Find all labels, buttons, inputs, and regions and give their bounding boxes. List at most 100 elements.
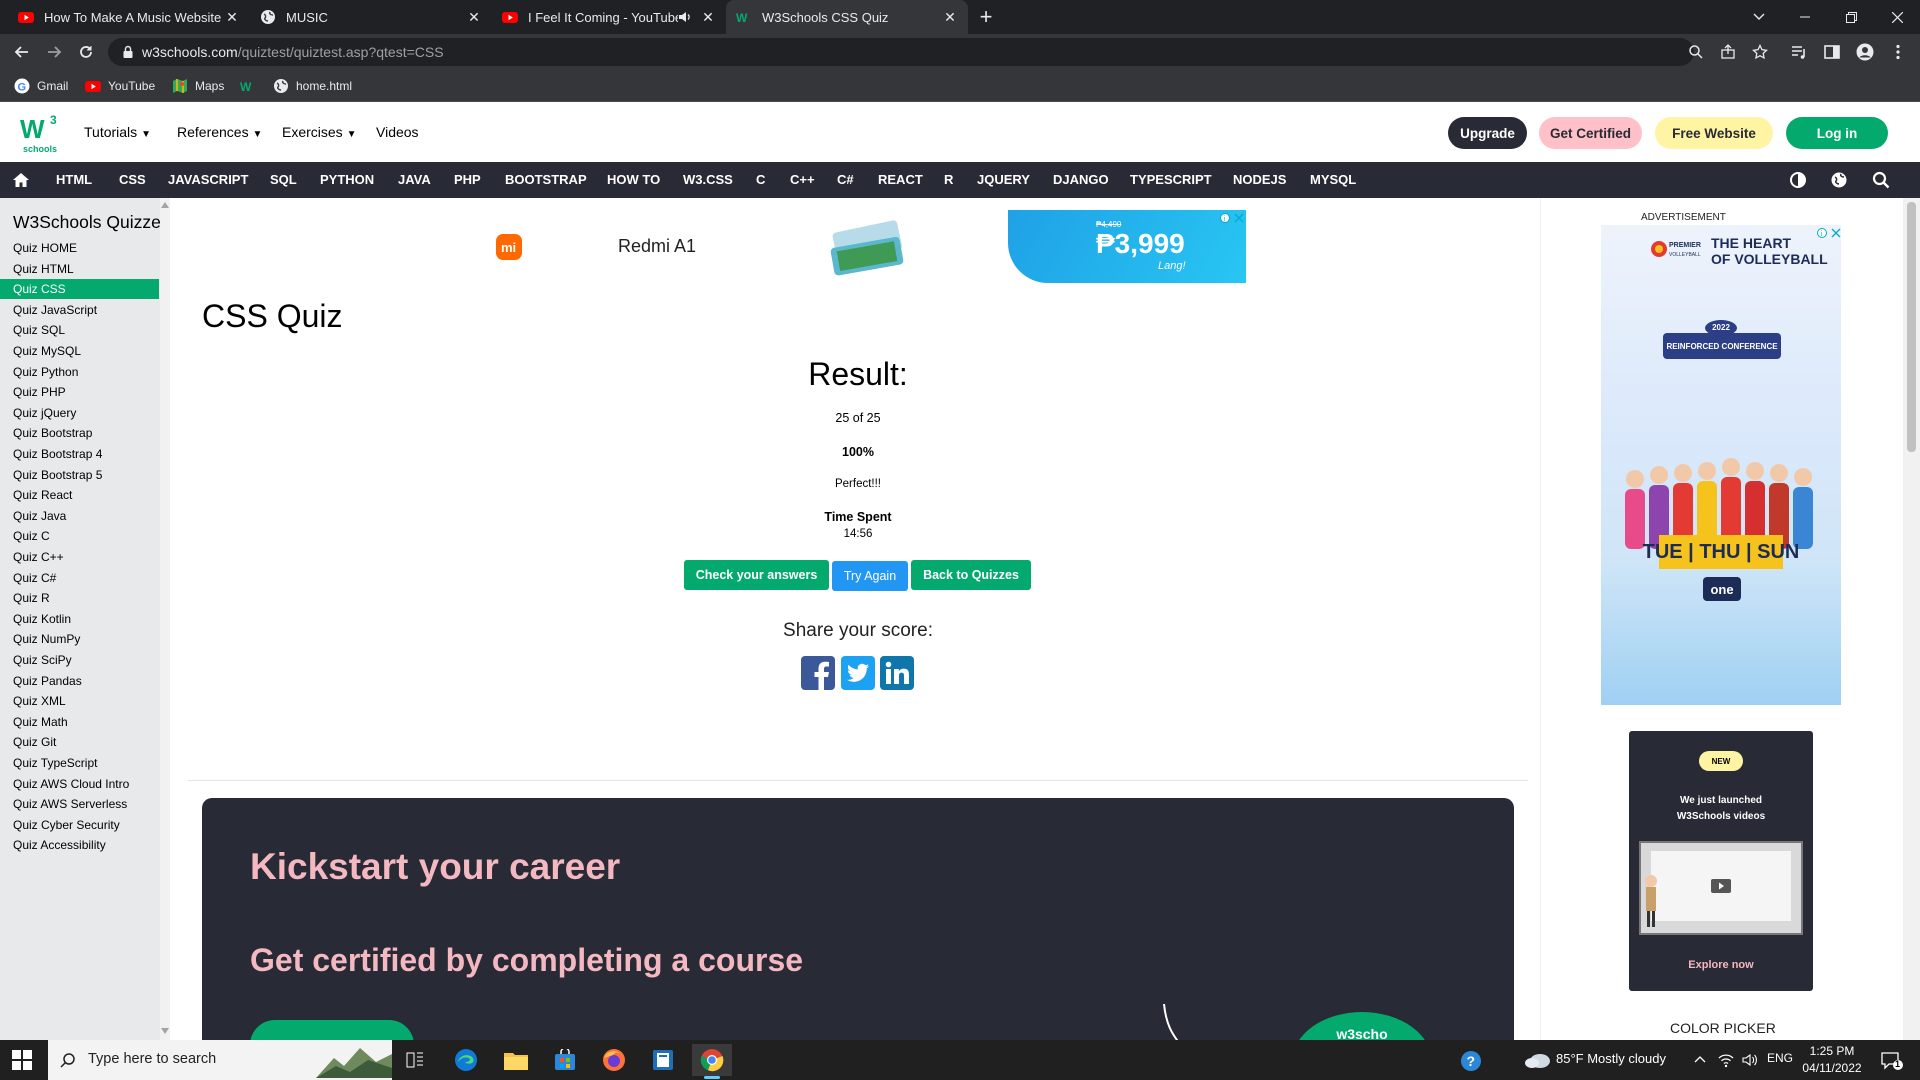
home-icon[interactable] bbox=[12, 171, 30, 189]
new-tab-button[interactable]: + bbox=[966, 0, 1006, 34]
nav-react[interactable]: REACT bbox=[878, 172, 923, 187]
store-icon[interactable] bbox=[545, 1044, 585, 1076]
linkedin-icon[interactable] bbox=[880, 656, 914, 690]
taskbar-clock[interactable]: 1:25 PM 04/11/2022 bbox=[1800, 1043, 1864, 1077]
twitter-icon[interactable] bbox=[841, 656, 875, 690]
nav-typescript[interactable]: TYPESCRIPT bbox=[1130, 172, 1212, 187]
file-explorer-icon[interactable] bbox=[496, 1044, 536, 1076]
scrollbar-thumb[interactable] bbox=[1907, 202, 1916, 452]
address-bar[interactable]: w3schools.com/quiztest/quiztest.asp?qtes… bbox=[108, 38, 1768, 66]
nav-cpp[interactable]: C++ bbox=[790, 172, 815, 187]
nav-css[interactable]: CSS bbox=[119, 172, 146, 187]
sidebar-item[interactable]: Quiz SQL bbox=[0, 320, 159, 340]
browser-tab[interactable]: I Feel It Coming - YouTube ✕ bbox=[492, 0, 726, 34]
volleyball-ad[interactable]: PREMIER VOLLEYBALL THE HEART OF VOLLEYBALL… bbox=[1601, 225, 1841, 705]
browser-tab[interactable]: MUSIC ✕ bbox=[250, 0, 492, 34]
sidebar-item[interactable]: Quiz C# bbox=[0, 568, 159, 588]
nav-django[interactable]: DJANGO bbox=[1053, 172, 1109, 187]
get-certified-button[interactable]: Get Certified bbox=[1539, 117, 1642, 149]
theme-toggle-icon[interactable] bbox=[1789, 171, 1807, 189]
profile-icon[interactable] bbox=[1856, 43, 1874, 61]
notifications-icon[interactable] bbox=[1880, 1050, 1904, 1072]
language-indicator[interactable]: ENG bbox=[1767, 1051, 1793, 1065]
weather-text[interactable]: 85°F Mostly cloudy bbox=[1556, 1051, 1666, 1066]
free-website-button[interactable]: Free Website bbox=[1655, 117, 1773, 149]
sidebar-item[interactable]: Quiz SciPy bbox=[0, 650, 159, 670]
sidebar-item[interactable]: Quiz Accessibility bbox=[0, 835, 159, 855]
forward-button[interactable] bbox=[42, 40, 66, 64]
facebook-icon[interactable] bbox=[801, 656, 835, 690]
volume-icon[interactable] bbox=[1742, 1052, 1758, 1068]
login-button[interactable]: Log in bbox=[1786, 117, 1888, 149]
ad-banner[interactable]: mi Redmi A1 ₱4,490 ₱3,999 Lang! i bbox=[488, 210, 1246, 283]
close-tab-icon[interactable]: ✕ bbox=[466, 9, 482, 25]
reload-button[interactable] bbox=[74, 40, 98, 64]
nav-c[interactable]: C bbox=[756, 172, 765, 187]
menu-exercises[interactable]: Exercises ▼ bbox=[282, 124, 356, 140]
sidebar-item[interactable]: Quiz Bootstrap bbox=[0, 423, 159, 443]
taskbar-search[interactable]: Type here to search bbox=[48, 1040, 392, 1080]
sidebar-scrollbar[interactable] bbox=[160, 198, 170, 1040]
speaker-icon[interactable] bbox=[678, 10, 692, 24]
sidebar-item[interactable]: Quiz R bbox=[0, 588, 159, 608]
edge-icon[interactable] bbox=[446, 1044, 486, 1076]
nav-nodejs[interactable]: NODEJS bbox=[1233, 172, 1286, 187]
windows-start-icon[interactable] bbox=[12, 1050, 32, 1070]
nav-jquery[interactable]: JQUERY bbox=[977, 172, 1030, 187]
sidebar-item[interactable]: Quiz JavaScript bbox=[0, 300, 159, 320]
menu-references[interactable]: References ▼ bbox=[177, 124, 262, 140]
videos-promo-card[interactable]: NEW We just launched W3Schools videos Ex… bbox=[1629, 731, 1813, 991]
kebab-menu-icon[interactable] bbox=[1889, 43, 1907, 61]
firefox-icon[interactable] bbox=[594, 1044, 634, 1076]
tab-search-icon[interactable] bbox=[1736, 0, 1782, 34]
sidebar-item[interactable]: Quiz HOME bbox=[0, 238, 159, 258]
ad-info-icon[interactable]: i bbox=[1220, 212, 1244, 224]
back-to-quizzes-button[interactable]: Back to Quizzes bbox=[911, 560, 1031, 590]
restore-button[interactable] bbox=[1828, 0, 1874, 34]
sidebar-item[interactable]: Quiz Math bbox=[0, 712, 159, 732]
sidebar-item[interactable]: Quiz AWS Cloud Intro bbox=[0, 774, 159, 794]
explore-now-link[interactable]: Explore now bbox=[1629, 959, 1813, 971]
menu-tutorials[interactable]: Tutorials ▼ bbox=[84, 124, 151, 140]
bookmark-home-html[interactable]: home.html bbox=[273, 76, 352, 96]
nav-html[interactable]: HTML bbox=[56, 172, 92, 187]
sidebar-item[interactable]: Quiz CSS bbox=[0, 279, 159, 300]
help-icon[interactable]: ? bbox=[1460, 1050, 1482, 1072]
nav-java[interactable]: JAVA bbox=[398, 172, 431, 187]
task-view-icon[interactable] bbox=[395, 1044, 435, 1076]
close-tab-icon[interactable]: ✕ bbox=[700, 9, 716, 25]
nav-w3css[interactable]: W3.CSS bbox=[683, 172, 733, 187]
nav-sql[interactable]: SQL bbox=[270, 172, 297, 187]
bookmark-gmail[interactable]: G Gmail bbox=[14, 76, 68, 96]
zoom-icon[interactable] bbox=[1688, 44, 1704, 60]
sidebar-item[interactable]: Quiz TypeScript bbox=[0, 753, 159, 773]
lock-icon[interactable] bbox=[120, 44, 136, 60]
weather-cloud-icon[interactable] bbox=[1524, 1051, 1552, 1069]
sidebar-item[interactable]: Quiz Git bbox=[0, 732, 159, 752]
back-button[interactable] bbox=[10, 40, 34, 64]
wifi-icon[interactable] bbox=[1718, 1052, 1734, 1068]
upgrade-button[interactable]: Upgrade bbox=[1448, 117, 1527, 149]
minimize-button[interactable] bbox=[1782, 0, 1828, 34]
nav-r[interactable]: R bbox=[944, 172, 953, 187]
nav-php[interactable]: PHP bbox=[454, 172, 481, 187]
nav-mysql[interactable]: MYSQL bbox=[1310, 172, 1356, 187]
nav-python[interactable]: PYTHON bbox=[320, 172, 374, 187]
check-answers-button[interactable]: Check your answers bbox=[684, 560, 829, 590]
menu-videos[interactable]: Videos bbox=[376, 124, 419, 140]
chevron-up-icon[interactable] bbox=[1694, 1055, 1706, 1063]
media-control-icon[interactable] bbox=[1790, 43, 1808, 61]
close-tab-icon[interactable]: ✕ bbox=[224, 9, 240, 25]
close-window-button[interactable] bbox=[1874, 0, 1920, 34]
try-again-button[interactable]: Try Again bbox=[832, 561, 908, 591]
nav-howto[interactable]: HOW TO bbox=[607, 172, 660, 187]
browser-tab[interactable]: How To Make A Music Website U ✕ bbox=[8, 0, 250, 34]
bookmark-star-icon[interactable] bbox=[1752, 44, 1768, 60]
ad-info-icon[interactable]: i bbox=[1817, 227, 1841, 239]
bookmark-w3schools[interactable]: W bbox=[240, 76, 263, 96]
browser-tab-active[interactable]: W W3Schools CSS Quiz ✕ bbox=[726, 0, 968, 34]
nav-bootstrap[interactable]: BOOTSTRAP bbox=[505, 172, 587, 187]
sidebar-item[interactable]: Quiz C++ bbox=[0, 547, 159, 567]
sidebar-item[interactable]: Quiz Cyber Security bbox=[0, 815, 159, 835]
sidebar-item[interactable]: Quiz AWS Serverless bbox=[0, 794, 159, 814]
